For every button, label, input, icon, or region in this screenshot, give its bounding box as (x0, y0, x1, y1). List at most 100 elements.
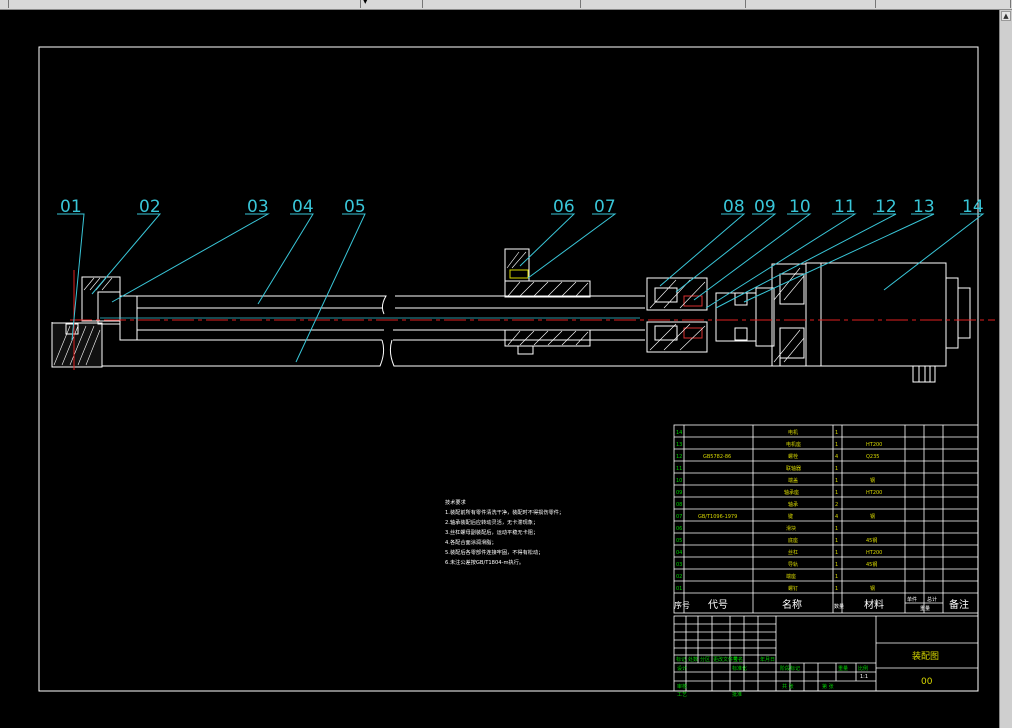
bom-name: 键 (788, 513, 793, 520)
note-line: 5.装配后各零部件连接牢固，不得有松动； (445, 548, 543, 556)
bom-name: 底座 (788, 537, 798, 544)
bom-name: 滑块 (786, 525, 796, 532)
bom-qty: 2 (835, 502, 838, 508)
tb-stage: 阶段标记 (780, 665, 800, 672)
bom-no: 06 (676, 526, 682, 532)
toolbar-segment[interactable] (30, 0, 361, 8)
bom-no: 08 (676, 502, 682, 508)
drawing-frame (38, 46, 979, 692)
callout-labels: 01 02 03 04 05 06 07 08 09 10 11 12 13 1… (60, 197, 984, 217)
bom-qty: 1 (835, 550, 838, 556)
bom-header-mat: 材料 (864, 598, 884, 611)
bom-qty: 1 (835, 466, 838, 472)
bom-mat: 45钢 (866, 537, 877, 544)
tb-sheet-total: 共 张 (782, 683, 794, 690)
toolbar-segment[interactable] (750, 0, 876, 8)
bom-header-unit: 单件 (907, 596, 917, 603)
scroll-up-icon[interactable]: ▲ (1001, 11, 1011, 21)
bom-qty: 1 (835, 562, 838, 568)
bom-no: 02 (676, 574, 682, 580)
tb-check: 审核 (677, 683, 687, 690)
bom-qty: 1 (835, 478, 838, 484)
callout-04: 04 (292, 197, 314, 217)
bom-no: 04 (676, 550, 682, 556)
bom-name: 联轴器 (786, 465, 801, 472)
bom-name: 螺钉 (788, 585, 798, 592)
toolbar-segment[interactable] (880, 0, 1011, 8)
tb-approve: 批准 (732, 691, 742, 698)
bom-qty: 4 (835, 454, 838, 460)
tb-sign: 签名 (733, 656, 743, 663)
bom-qty: 1 (835, 574, 838, 580)
notes-title: 技术要求 (445, 498, 467, 506)
tb-standard: 标准化 (732, 665, 747, 672)
bom-name: 丝杠 (788, 549, 798, 556)
bom-code: GB/T1096-1979 (698, 514, 737, 520)
bom-no: 14 (676, 430, 682, 436)
tb-design: 设计 (677, 665, 687, 672)
bom-mat: HT200 (866, 490, 882, 496)
bom-qty: 1 (835, 430, 838, 436)
callout-12: 12 (875, 197, 897, 217)
callout-10: 10 (789, 197, 811, 217)
bom-name: 电机座 (786, 441, 801, 448)
toolbar-segment[interactable] (0, 0, 9, 8)
bom-header: 序号 代号 名称 数量 材料 单件 总计 重量 备注 (674, 596, 969, 612)
drawing-number: 00 (921, 677, 933, 687)
bom-no: 07 (676, 514, 682, 520)
bom-no: 10 (676, 478, 682, 484)
bom-qty: 4 (835, 514, 838, 520)
vertical-scrollbar[interactable]: ▲ (999, 10, 1012, 728)
bom-no: 05 (676, 538, 682, 544)
callout-13: 13 (913, 197, 935, 217)
note-line: 4.各配合面涂润滑脂； (445, 538, 497, 546)
callout-11: 11 (834, 197, 856, 217)
note-line: 2.轴承装配后应转动灵活，无卡滞现象； (445, 518, 538, 526)
tb-scale: 比例 (858, 665, 868, 672)
bom-mat: Q235 (866, 454, 879, 460)
bom-mat: 钢 (870, 477, 875, 484)
callout-09: 09 (754, 197, 776, 217)
bom-header-code: 代号 (708, 599, 728, 611)
bom-header-weight: 重量 (920, 605, 930, 612)
bom-qty: 1 (835, 586, 838, 592)
toolbar-segment[interactable] (585, 0, 746, 8)
bom-mat: HT200 (866, 442, 882, 448)
bom-name: 端盖 (788, 477, 798, 484)
bom-qty: 1 (835, 526, 838, 532)
tb-process: 工艺 (677, 692, 687, 698)
tb-sheet-no: 第 张 (822, 683, 834, 690)
bom-no: 09 (676, 490, 682, 496)
bom-code: GB5782-86 (703, 454, 731, 460)
tb-mark: 标记 (676, 656, 686, 663)
bom-name: 轴承座 (784, 489, 799, 496)
dropdown-arrow-icon[interactable]: ▾ (363, 0, 368, 7)
bom-rows: 14 电机 1 13 电机座 1 HT200 12 GB5782-86 螺栓 4… (676, 429, 882, 592)
tb-zone: 分区 (700, 656, 710, 663)
cad-drawing[interactable]: 01 02 03 04 05 06 07 08 09 10 11 12 13 1… (0, 10, 1000, 728)
callout-14: 14 (962, 197, 984, 217)
bom-mat: 45钢 (866, 561, 877, 568)
bom-mat: 钢 (870, 585, 875, 592)
bom-no: 01 (676, 586, 682, 592)
callout-08: 08 (723, 197, 745, 217)
callout-06: 06 (553, 197, 575, 217)
technical-notes: 技术要求 1.装配前所有零件清洗干净，装配时不得损伤零件； 2.轴承装配后应转动… (445, 498, 564, 566)
bom-name: 电机 (788, 429, 798, 436)
bom-header-qty: 数量 (834, 603, 844, 610)
note-line: 1.装配前所有零件清洗干净，装配时不得损伤零件； (445, 508, 564, 516)
tb-date: 年月日 (760, 656, 775, 663)
bom-no: 11 (676, 466, 682, 472)
bom-qty: 1 (835, 442, 838, 448)
callout-03: 03 (247, 197, 269, 217)
bom-name: 螺栓 (788, 453, 798, 460)
tb-scale-value: 1:1 (860, 674, 868, 680)
bom-name: 轴承 (788, 501, 798, 508)
callout-05: 05 (344, 197, 366, 217)
drawing-name: 装配图 (912, 650, 939, 662)
toolbar-segment[interactable] (430, 0, 581, 8)
toolbar-segment[interactable] (380, 0, 423, 8)
bom-header-total: 总计 (927, 596, 937, 603)
bom-name: 端座 (786, 573, 796, 580)
bom-header-name: 名称 (782, 598, 802, 611)
